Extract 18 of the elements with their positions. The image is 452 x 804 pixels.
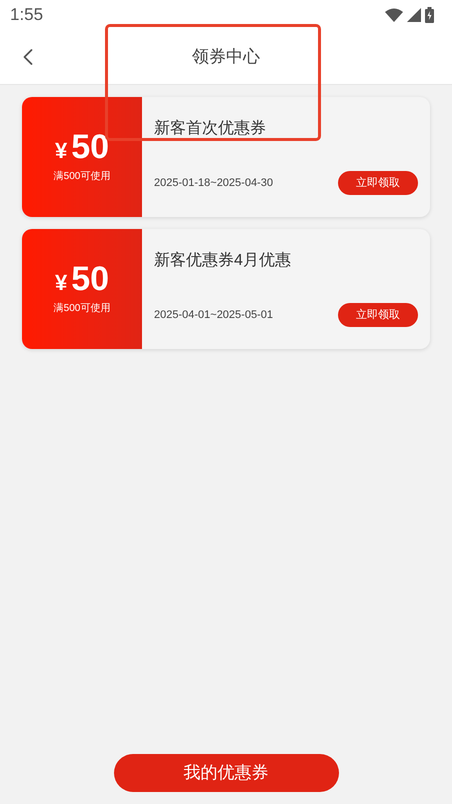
coupon-validity: 2025-04-01~2025-05-01 [154, 308, 273, 323]
coupon-amount: 50 [71, 262, 110, 296]
coupon-title: 新客优惠券4月优惠 [154, 250, 292, 271]
coupon-amount: 50 [71, 130, 110, 164]
coupon-condition: 满500可使用 [54, 302, 110, 316]
battery-icon [425, 7, 434, 23]
my-coupons-button[interactable]: 我的优惠券 [114, 754, 338, 792]
wifi-icon [385, 8, 403, 22]
currency-symbol: ¥ [54, 269, 68, 297]
signal-icon [407, 8, 421, 22]
coupon-title: 新客首次优惠券 [154, 118, 267, 139]
coupon-validity: 2025-01-18~2025-04-30 [154, 176, 273, 191]
currency-symbol: ¥ [54, 137, 68, 165]
coupon-condition: 满500可使用 [54, 170, 110, 184]
claim-button[interactable]: 立即领取 [338, 303, 418, 327]
page-title: 领券中心 [192, 46, 260, 68]
claim-button[interactable]: 立即领取 [338, 171, 418, 195]
status-time: 1:55 [10, 4, 44, 26]
